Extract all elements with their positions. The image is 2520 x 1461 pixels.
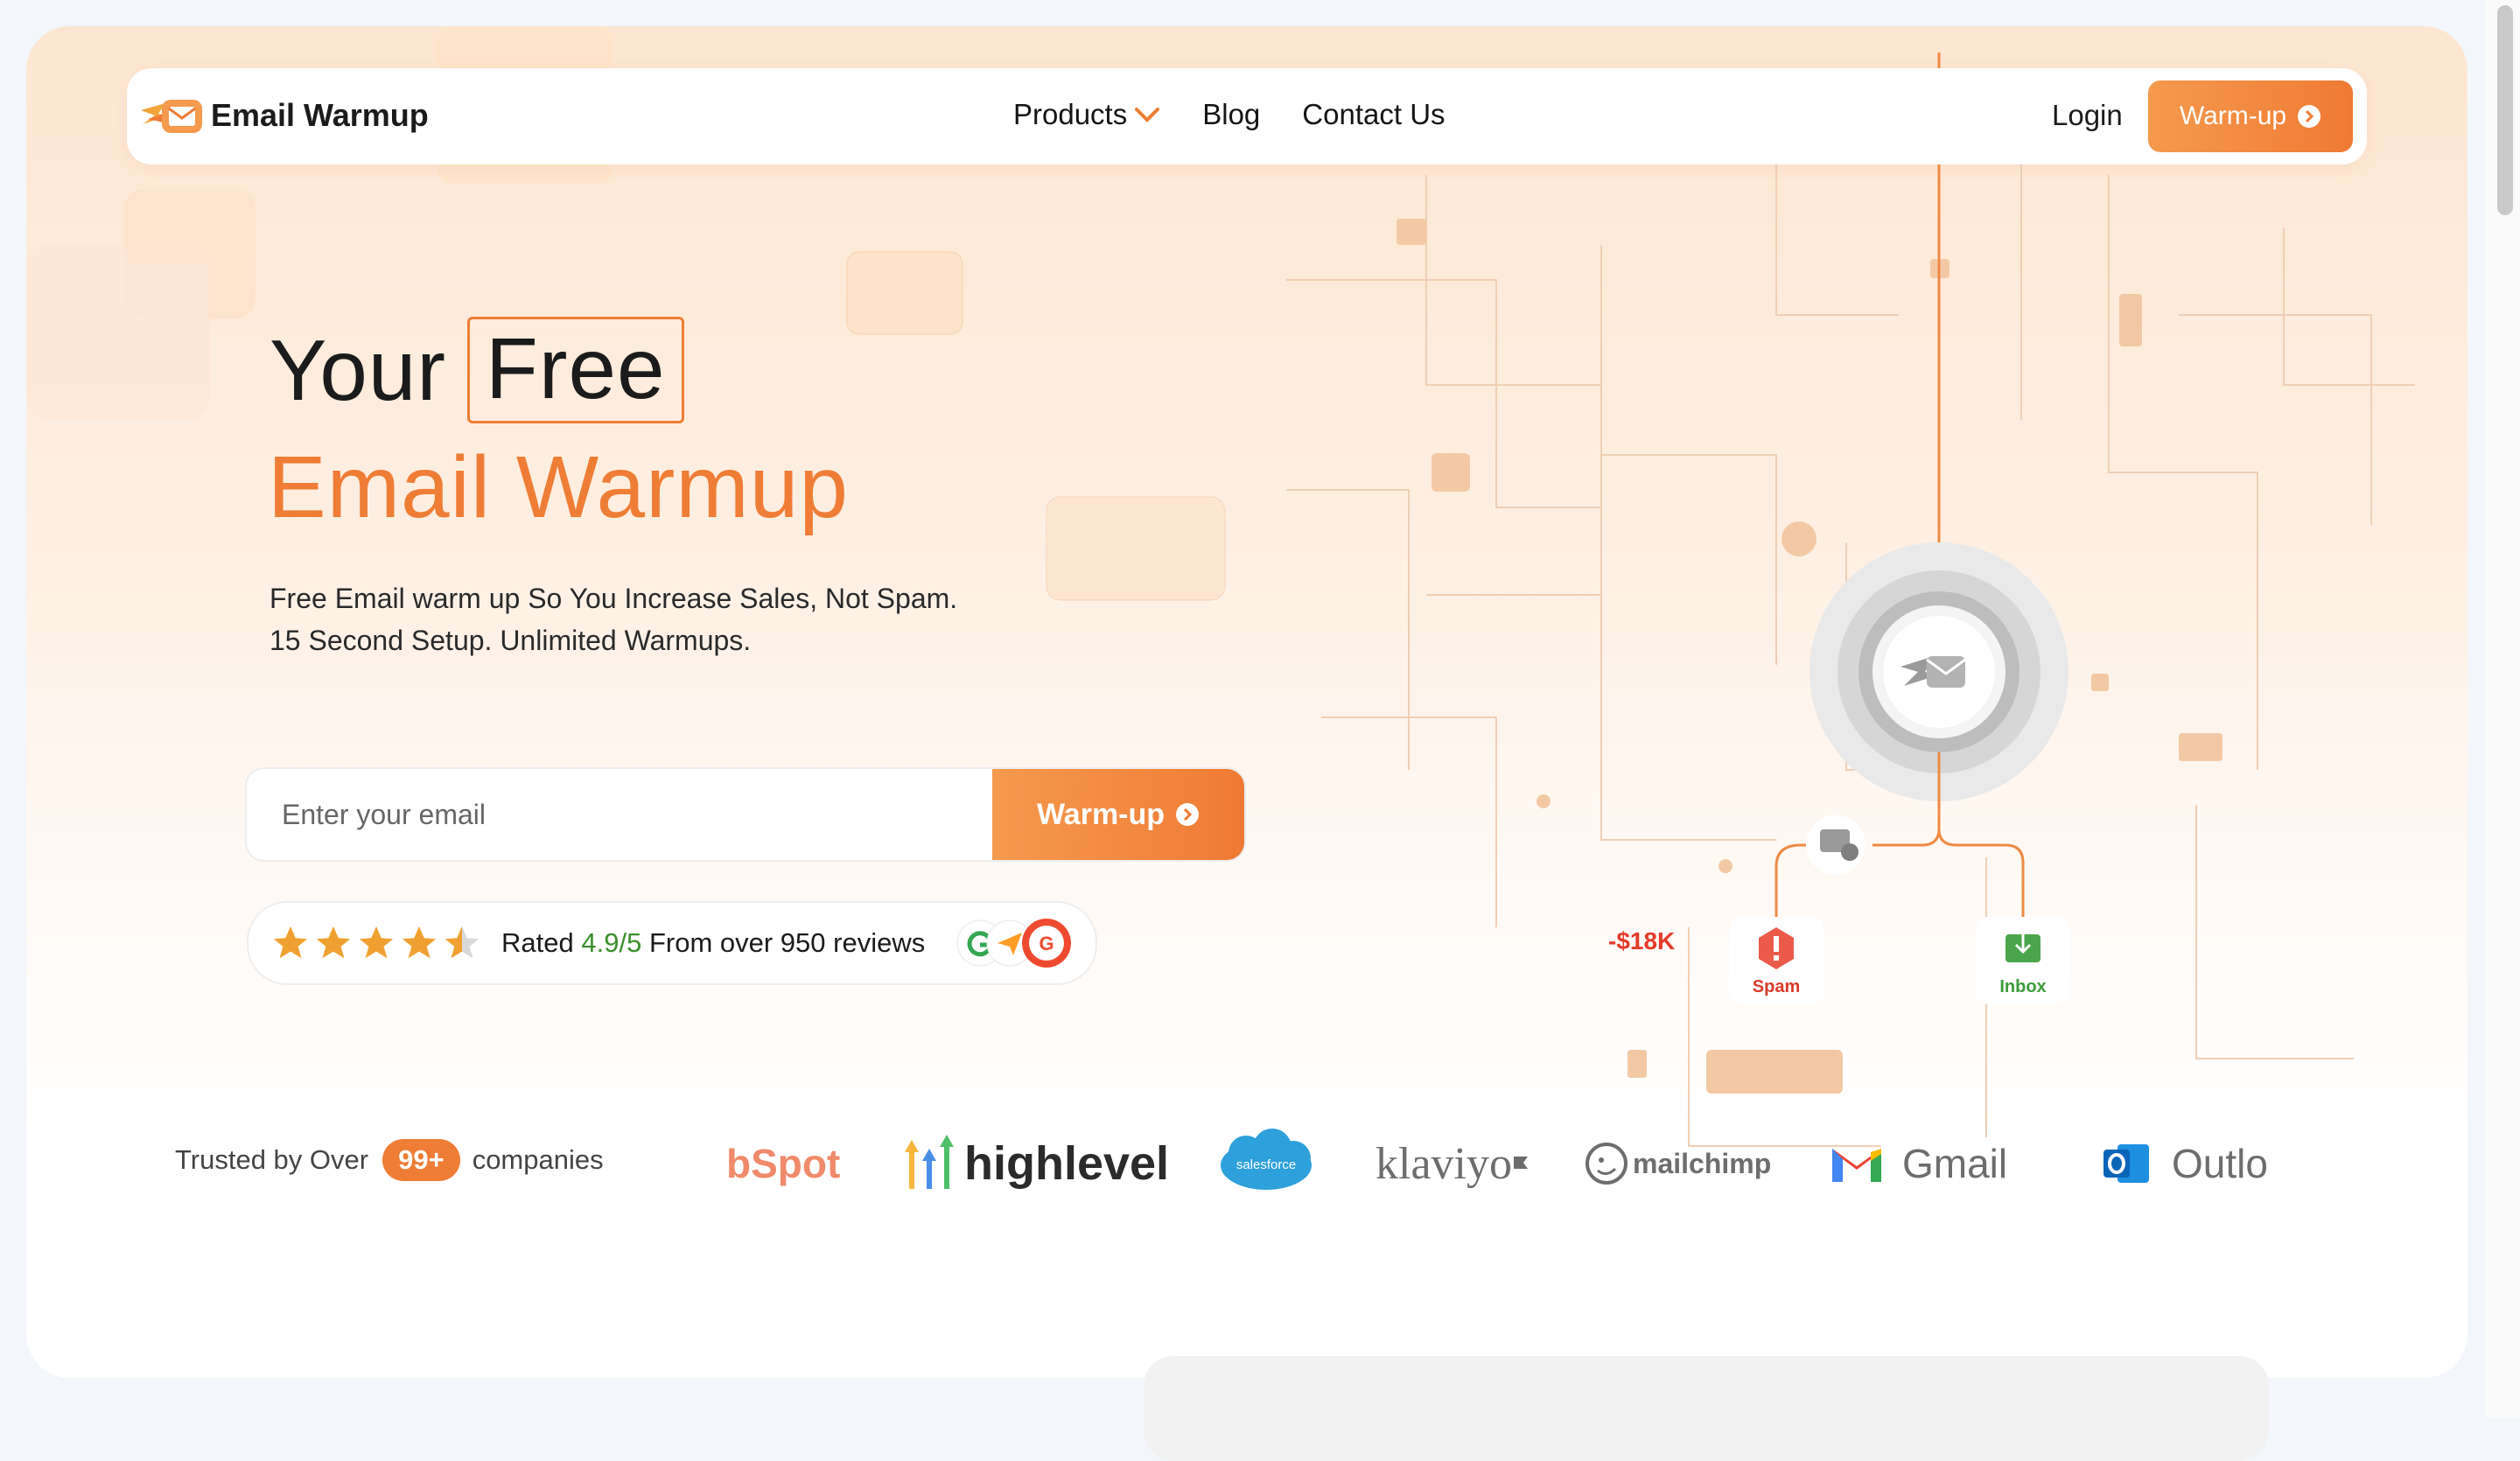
scrollbar-thumb[interactable] — [2497, 5, 2513, 215]
star-icon — [402, 926, 437, 959]
trusted-prefix: Trusted by Over — [175, 1144, 369, 1175]
rating-prefix: Rated — [501, 927, 574, 958]
review-site-badges: G — [956, 919, 1071, 968]
nav-products-label: Products — [1013, 98, 1128, 130]
login-link[interactable]: Login — [2052, 99, 2123, 132]
highlevel-logo: highlevel — [900, 1129, 1169, 1199]
form-warmup-button[interactable]: Warm-up — [992, 769, 1244, 860]
star-icon — [359, 926, 394, 959]
salesforce-logo: salesforce — [1218, 1129, 1314, 1199]
page-scrollbar[interactable] — [2485, 0, 2520, 1417]
svg-text:salesforce: salesforce — [1236, 1157, 1296, 1172]
hero-title-line1: Your Free — [270, 317, 684, 423]
form-warmup-label: Warm-up — [1036, 797, 1166, 831]
brand-name: Email Warmup — [211, 97, 429, 133]
nav-warmup-button[interactable]: Warm-up — [2148, 80, 2353, 152]
brand-link[interactable]: Email Warmup — [139, 93, 429, 138]
salesforce-cloud-icon: salesforce — [1221, 1129, 1312, 1190]
inbox-label: Inbox — [1999, 977, 2046, 996]
klaviyo-logo: klaviyo — [1376, 1129, 1530, 1199]
rating-score: 4.9/5 — [581, 927, 642, 958]
loss-amount: -$18K — [1608, 927, 1676, 954]
mailchimp-icon — [1586, 1143, 1628, 1185]
star-rating — [270, 923, 484, 963]
trusted-by-text: Trusted by Over 99+ companies — [175, 1139, 604, 1181]
nav-contact-link[interactable]: Contact Us — [1302, 98, 1445, 131]
hero-title-prefix: Your — [270, 321, 447, 418]
highlevel-icon — [905, 1135, 954, 1189]
top-navbar: Email Warmup Products Blog Contact Us Lo… — [127, 68, 2367, 164]
half-star-icon — [444, 926, 480, 959]
gmail-icon — [1832, 1149, 1881, 1182]
outlook-logo: Outlo — [2102, 1129, 2268, 1199]
g2-icon: G — [1039, 933, 1054, 954]
hero-title-line2: Email Warmup — [268, 438, 849, 536]
rating-suffix: From over 950 reviews — [648, 927, 926, 958]
mailchimp-logo: mailchimp — [1584, 1129, 1771, 1199]
company-count-badge: 99+ — [382, 1139, 460, 1181]
chevron-down-icon — [1135, 108, 1160, 122]
trusted-suffix: companies — [472, 1144, 604, 1175]
hero-subtitle-line1: Free Email warm up So You Increase Sales… — [270, 583, 958, 614]
flag-icon — [1513, 1157, 1528, 1169]
star-icon — [316, 926, 351, 959]
star-icon — [273, 926, 308, 959]
nav-warmup-label: Warm-up — [2179, 101, 2287, 130]
rating-badge: Rated 4.9/5 From over 950 reviews G — [247, 901, 1097, 985]
spam-label: Spam — [1753, 977, 1800, 996]
bottom-content-card — [1144, 1356, 2269, 1461]
rating-text: Rated 4.9/5 From over 950 reviews — [501, 927, 925, 959]
flaming-envelope-icon — [141, 100, 202, 133]
email-signup-form: Warm-up — [245, 767, 1246, 862]
nav-links: Products Blog Contact Us — [1013, 98, 1488, 131]
gmail-logo: Gmail — [1829, 1129, 2007, 1199]
hero-title-highlight: Free — [467, 317, 684, 423]
email-input[interactable] — [247, 769, 990, 860]
hero-subtitle-line2: 15 Second Setup. Unlimited Warmups. — [270, 625, 752, 656]
hero-subtitle: Free Email warm up So You Increase Sales… — [270, 577, 957, 661]
nav-products-dropdown[interactable]: Products — [1013, 98, 1160, 131]
arrow-right-circle-icon — [1176, 803, 1200, 826]
nav-blog-link[interactable]: Blog — [1202, 98, 1260, 131]
hubspot-logo: bSpot — [726, 1141, 841, 1186]
outlook-icon — [2104, 1144, 2149, 1183]
arrow-right-circle-icon — [2298, 105, 2321, 128]
